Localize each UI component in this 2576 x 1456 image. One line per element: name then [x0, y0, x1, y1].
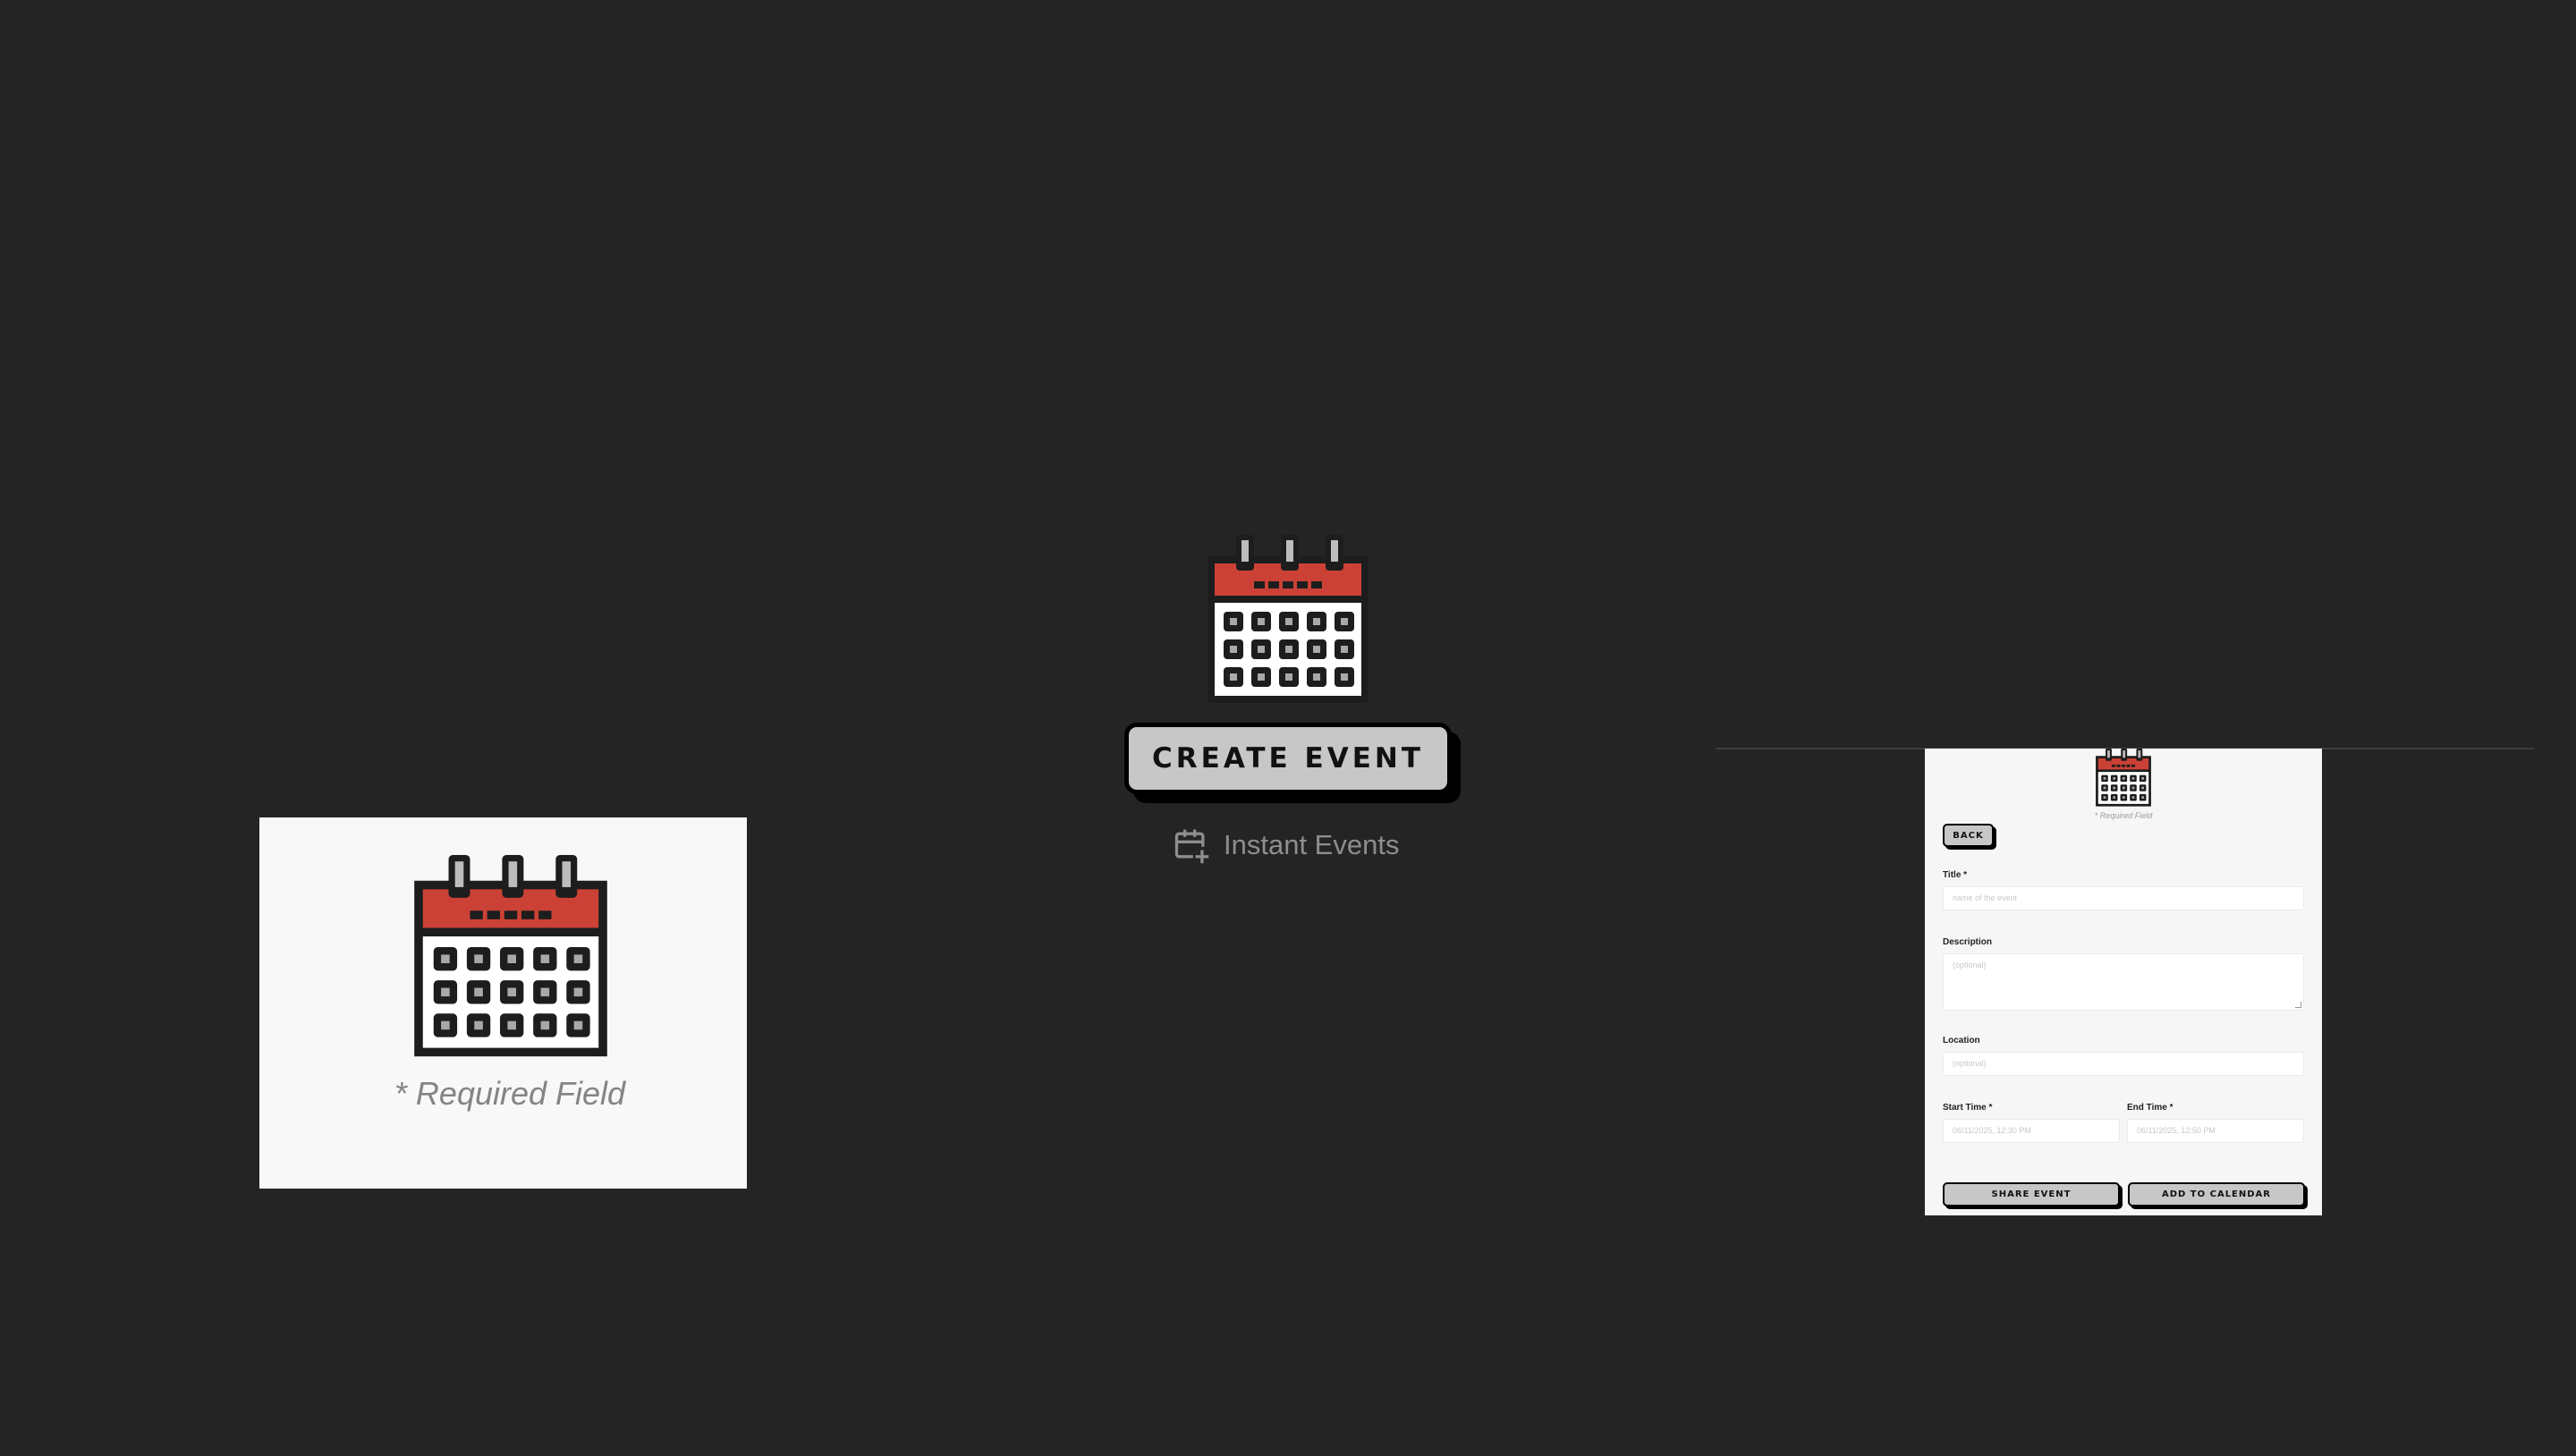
resize-handle-icon[interactable] [2295, 1002, 2301, 1008]
title-input[interactable]: name of the event [1943, 886, 2304, 910]
back-button[interactable]: BACK [1943, 824, 1994, 847]
instant-events-label: Instant Events [1224, 829, 1400, 860]
calendar-icon [414, 855, 607, 1057]
create-event-button-wrapper: CREATE EVENT [1124, 723, 1461, 803]
start-time-label: Start Time * [1943, 1103, 1993, 1113]
required-field-note: * Required Field [394, 1075, 626, 1112]
description-placeholder: (optional) [1953, 961, 1987, 969]
calendar-icon [2096, 749, 2151, 807]
calendar-icon [1208, 535, 1368, 703]
location-input[interactable]: (optional) [1943, 1052, 2304, 1076]
calendar-add-icon [1174, 829, 1211, 865]
required-field-note: * Required Field [2094, 811, 2153, 820]
end-time-input[interactable]: 06/11/2025, 12:50 PM [2127, 1119, 2304, 1143]
description-textarea[interactable]: (optional) [1943, 953, 2304, 1011]
description-label: Description [1943, 937, 1993, 947]
event-form-preview: * Required Field BACK Title * name of th… [1925, 749, 2322, 1215]
location-label: Location [1943, 1036, 1980, 1045]
end-time-label: End Time * [2127, 1103, 2174, 1113]
add-to-calendar-button[interactable]: ADD TO CALENDAR [2128, 1182, 2305, 1206]
required-field-preview: * Required Field [259, 817, 747, 1189]
instant-events-link[interactable]: Instant Events [1172, 825, 1399, 866]
create-event-button[interactable]: CREATE EVENT [1124, 723, 1452, 794]
share-event-button[interactable]: SHARE EVENT [1943, 1182, 2120, 1206]
title-label: Title * [1943, 870, 1968, 880]
start-time-input[interactable]: 06/11/2025, 12:30 PM [1943, 1119, 2120, 1143]
